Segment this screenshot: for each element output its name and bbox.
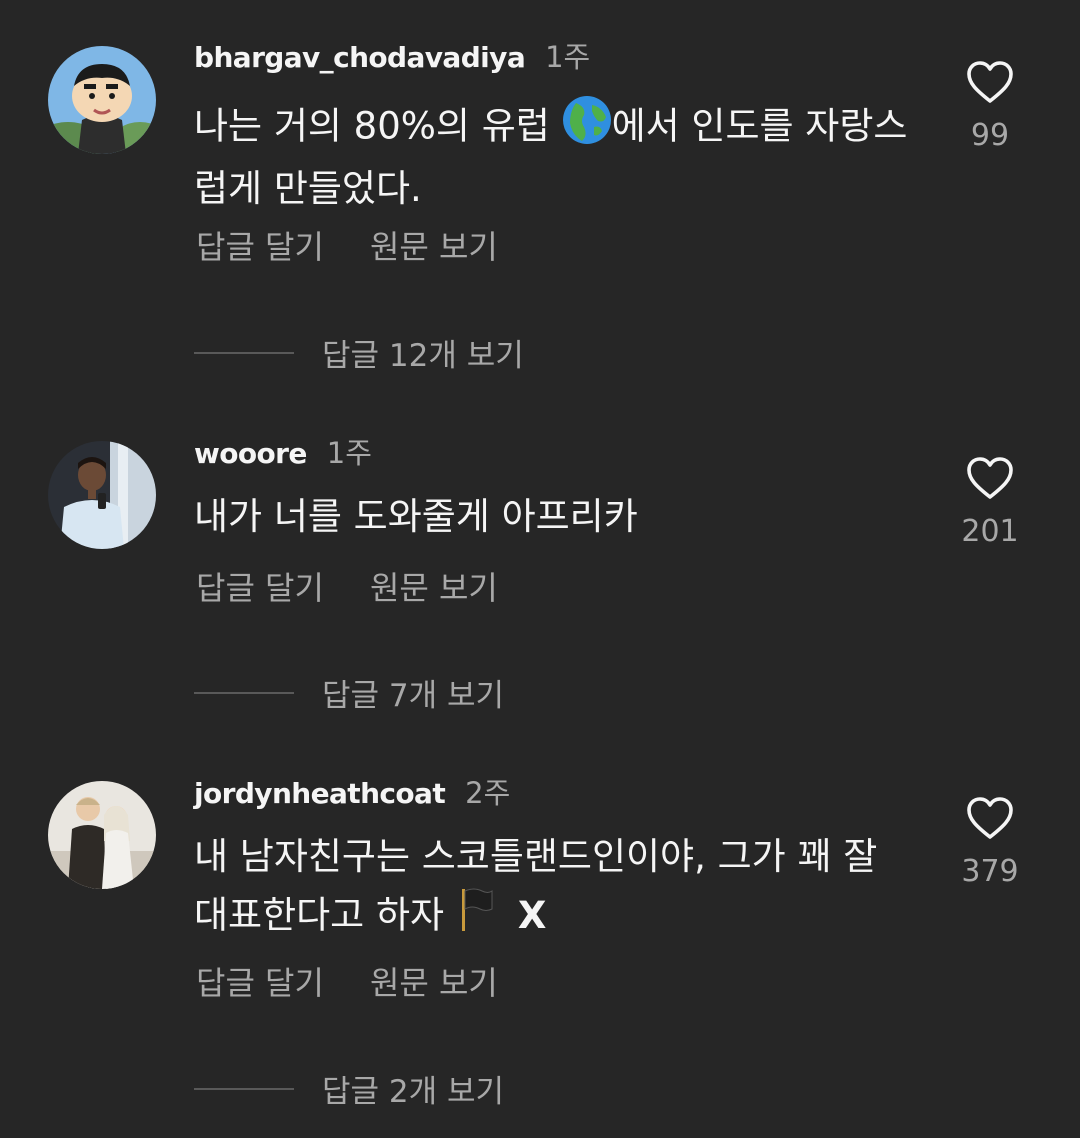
heart-icon[interactable]	[952, 60, 1028, 104]
view-replies-label[interactable]: 답글 7개 보기	[322, 670, 504, 715]
reply-button[interactable]: 답글 달기	[196, 222, 324, 268]
view-replies-button[interactable]: 답글 12개 보기	[194, 330, 524, 375]
like-count: 379	[961, 854, 1019, 889]
like-count: 201	[961, 514, 1019, 549]
comment-text: 내가 너를 도와줄게 아프리카	[194, 495, 638, 538]
divider	[194, 351, 294, 354]
black-flag-emoji-icon	[456, 885, 496, 949]
reply-button[interactable]: 답글 달기	[196, 563, 324, 609]
like-count: 99	[970, 118, 1010, 153]
comment-username[interactable]: wooore	[194, 437, 307, 470]
view-replies-label[interactable]: 답글 12개 보기	[322, 330, 524, 375]
comment-time: 1주	[326, 436, 372, 470]
comment-text: 나는 거의 80%의 유럽 에서 인도를 자랑스 럽게 만들었다.	[194, 95, 934, 217]
avatar[interactable]	[48, 781, 156, 889]
divider	[194, 691, 294, 694]
heart-icon[interactable]	[952, 456, 1028, 500]
heart-icon[interactable]	[952, 796, 1028, 840]
comment-time: 2주	[465, 776, 511, 810]
see-original-button[interactable]: 원문 보기	[370, 222, 498, 268]
globe-emoji-icon	[562, 95, 612, 161]
see-original-button[interactable]: 원문 보기	[370, 958, 498, 1004]
comment-extra-text: X	[517, 893, 547, 937]
view-replies-button[interactable]: 답글 7개 보기	[194, 670, 504, 715]
view-replies-button[interactable]: 답글 2개 보기	[194, 1066, 504, 1111]
avatar[interactable]	[48, 441, 156, 549]
see-original-button[interactable]: 원문 보기	[370, 563, 498, 609]
comment-username[interactable]: bhargav_chodavadiya	[194, 41, 526, 74]
reply-button[interactable]: 답글 달기	[196, 958, 324, 1004]
comment-text: 내 남자친구는 스코틀랜드인이야, 그가 꽤 잘 대표한다고 하자 X	[194, 829, 934, 949]
comment-username[interactable]: jordynheathcoat	[194, 777, 446, 810]
divider	[194, 1087, 294, 1090]
comment-time: 1주	[545, 40, 591, 74]
view-replies-label[interactable]: 답글 2개 보기	[322, 1066, 504, 1111]
avatar[interactable]	[48, 46, 156, 154]
